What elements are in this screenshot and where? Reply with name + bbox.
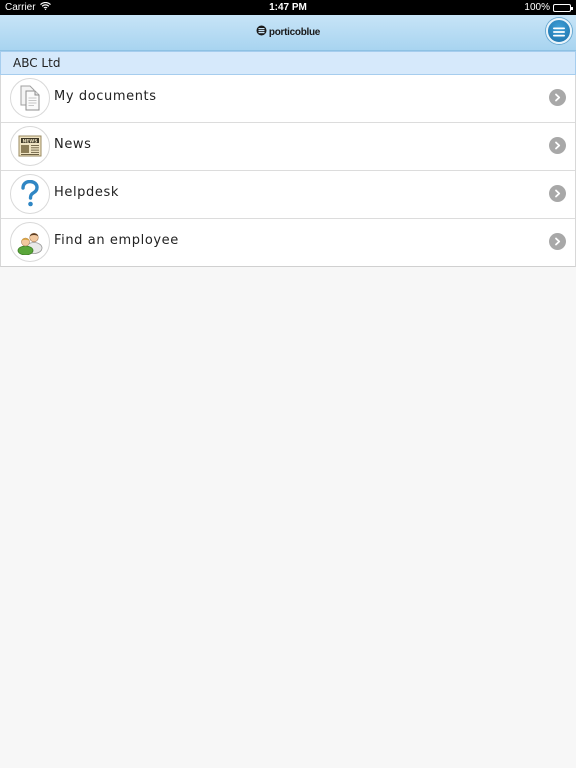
logo-text: porticoblue — [268, 26, 321, 38]
documents-icon — [10, 78, 50, 118]
chevron-right-icon — [549, 185, 566, 202]
chevron-right-icon — [549, 233, 566, 250]
list-item-label: Find an employee — [54, 233, 179, 248]
battery-info: 100% — [524, 2, 573, 13]
list-item-my-documents[interactable]: My documents — [1, 75, 575, 123]
chevron-right-icon — [549, 137, 566, 154]
menu-list: My documents NEWS News Helpdesk Find an … — [0, 75, 576, 267]
svg-text:NEWS: NEWS — [22, 138, 37, 144]
app-logo: porticoblue — [0, 25, 576, 39]
nav-bar: porticoblue — [0, 15, 576, 51]
status-bar: Carrier 1:47 PM 100% — [0, 0, 576, 15]
company-name: ABC Ltd — [13, 56, 61, 70]
battery-icon — [553, 3, 573, 12]
employees-icon — [10, 222, 50, 262]
company-header: ABC Ltd — [0, 51, 576, 75]
newspaper-icon: NEWS — [10, 126, 50, 166]
list-item-label: My documents — [54, 89, 157, 104]
list-item-label: News — [54, 137, 92, 152]
list-item-helpdesk[interactable]: Helpdesk — [1, 171, 575, 219]
list-item-find-an-employee[interactable]: Find an employee — [1, 219, 575, 266]
hamburger-menu-icon — [553, 22, 565, 41]
battery-percent: 100% — [524, 2, 550, 13]
question-mark-icon — [10, 174, 50, 214]
status-time: 1:47 PM — [269, 2, 307, 13]
list-item-news[interactable]: NEWS News — [1, 123, 575, 171]
list-item-label: Helpdesk — [54, 185, 119, 200]
logo-icon — [256, 25, 267, 39]
menu-button[interactable] — [546, 18, 572, 44]
chevron-right-icon — [549, 89, 566, 106]
